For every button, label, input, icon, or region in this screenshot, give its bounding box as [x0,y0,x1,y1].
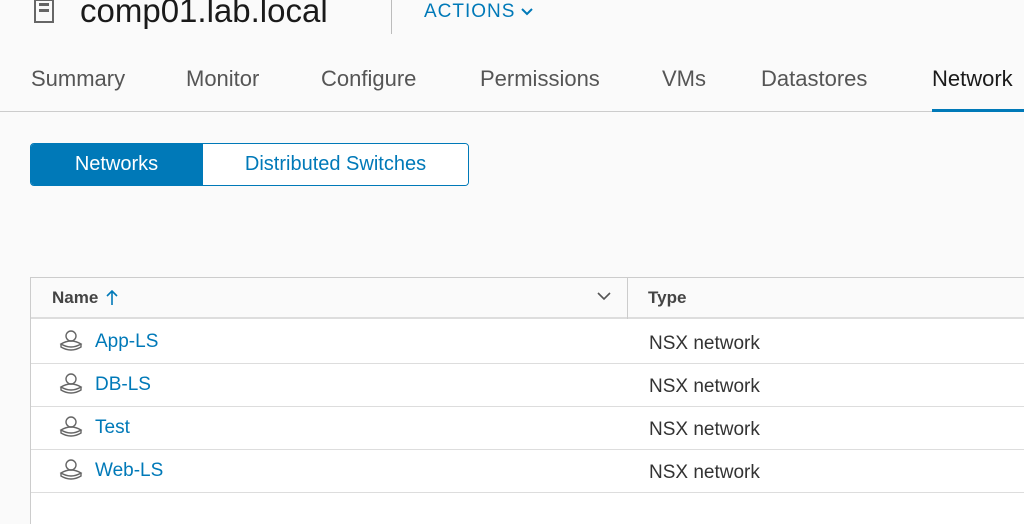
networks-toggle-button[interactable]: Networks [31,144,202,185]
table-header: Name Type [31,278,1024,319]
tab-datastores[interactable]: Datastores [761,66,867,112]
network-name-link[interactable]: Web-LS [95,460,163,482]
column-header-name-label: Name [52,288,99,307]
tab-summary[interactable]: Summary [31,66,125,112]
network-icon [59,416,83,437]
chevron-down-icon [521,8,534,16]
host-icon [34,0,54,23]
networks-table: Name Type App-LS NSX network DB-LS NSX n… [30,277,1024,524]
tab-configure[interactable]: Configure [321,66,416,112]
header-divider [391,0,392,34]
column-divider[interactable] [627,278,628,319]
distributed-switches-toggle-button[interactable]: Distributed Switches [202,144,468,185]
host-networks-page: comp01.lab.local ACTIONS Summary Monitor… [0,0,1024,524]
table-row[interactable]: Test NSX network [31,407,1024,450]
table-row[interactable]: App-LS NSX network [31,321,1024,364]
active-tab-indicator [932,109,1024,112]
column-header-type[interactable]: Type [648,288,686,308]
tab-network[interactable]: Network [932,66,1013,112]
network-type: NSX network [649,333,760,354]
view-toggle: Networks Distributed Switches [30,143,469,186]
object-tabs: Summary Monitor Configure Permissions VM… [0,56,1024,112]
tab-permissions[interactable]: Permissions [480,66,600,112]
network-name-link[interactable]: DB-LS [95,374,151,396]
tab-vms[interactable]: VMs [662,66,706,112]
sort-ascending-icon [106,290,118,305]
network-type: NSX network [649,376,760,397]
tab-monitor[interactable]: Monitor [186,66,259,112]
page-title: comp01.lab.local [80,0,328,29]
actions-button[interactable]: ACTIONS [424,0,534,24]
network-icon [59,459,83,480]
network-name-link[interactable]: App-LS [95,331,158,353]
table-row[interactable]: DB-LS NSX network [31,364,1024,407]
network-icon [59,330,83,351]
network-type: NSX network [649,462,760,483]
network-type: NSX network [649,419,760,440]
network-icon [59,373,83,394]
chevron-down-icon[interactable] [597,292,611,301]
network-name-link[interactable]: Test [95,417,130,439]
actions-label: ACTIONS [424,1,516,22]
column-header-name[interactable]: Name [52,288,118,308]
table-row[interactable]: Web-LS NSX network [31,450,1024,493]
